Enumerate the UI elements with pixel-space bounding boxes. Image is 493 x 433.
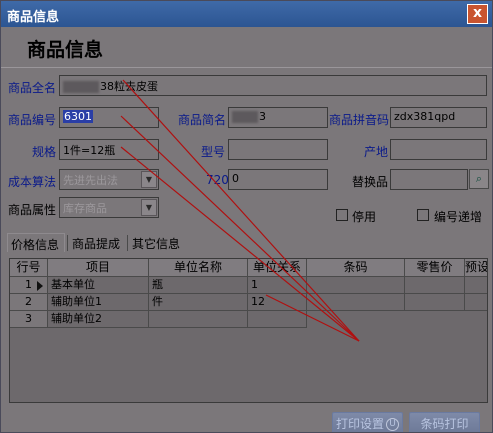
annotation-line (120, 146, 360, 342)
product-info-window: 商品信息 x 商品信息 商品全名 38粒去皮蛋 商品编号 6301 商品简名 3… (0, 0, 493, 433)
annotation-line (265, 294, 360, 342)
annotation-lines (120, 79, 360, 342)
annotation-line (120, 115, 360, 342)
annotation-line (122, 79, 360, 342)
